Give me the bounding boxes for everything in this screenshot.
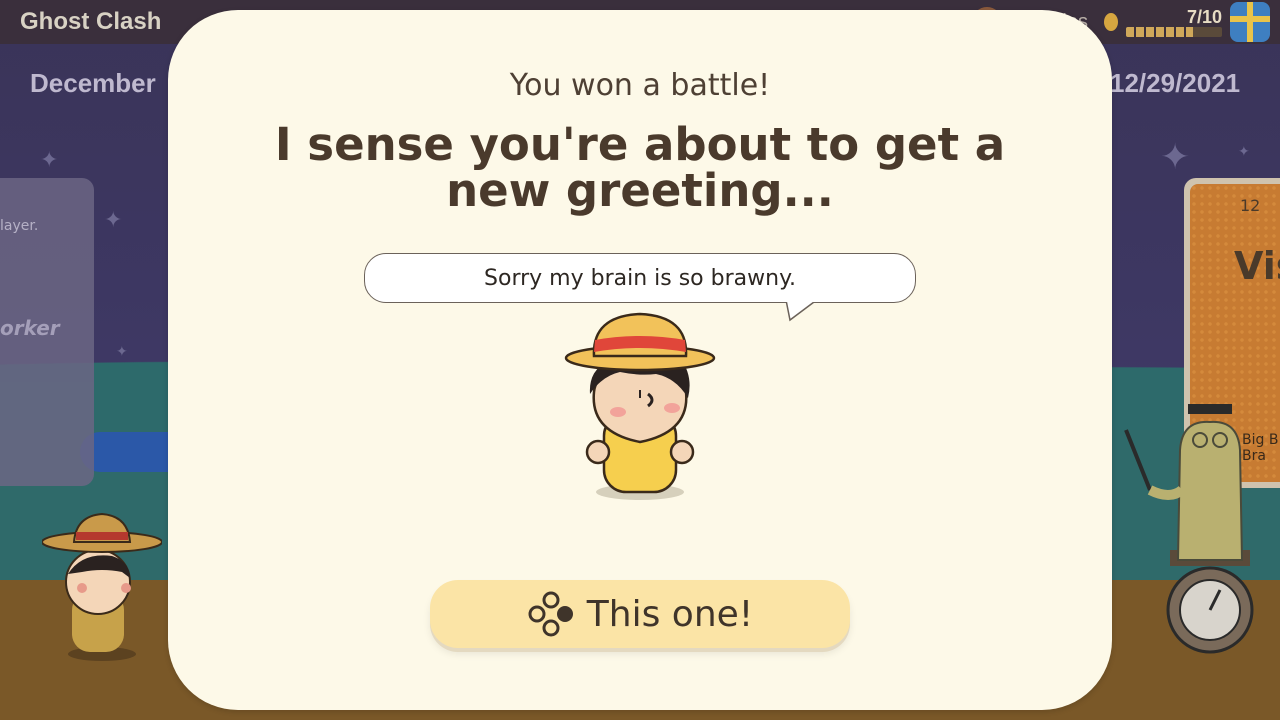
player-character — [564, 312, 716, 500]
this-one-button-label: This one! — [586, 593, 754, 635]
side-card-left-name: orker — [0, 316, 60, 340]
date-label-right: 12/29/2021 — [1110, 68, 1241, 98]
reward-progress-fill — [1126, 27, 1194, 37]
star-icon: ✦ — [1160, 137, 1191, 178]
date-label-left: December — [30, 68, 156, 98]
greeting-speech-bubble: Sorry my brain is so brawny. — [364, 253, 916, 303]
side-card-right-title: Vis — [1234, 244, 1280, 288]
greeting-text: Sorry my brain is so brawny. — [484, 265, 796, 291]
side-card-left-text: layer. — [0, 218, 39, 234]
this-one-button[interactable]: This one! — [430, 580, 850, 648]
coin-icon — [1104, 13, 1118, 31]
dialog-headline: I sense you're about to get a new greeti… — [274, 118, 1006, 217]
side-card-left[interactable]: layer. orker — [0, 178, 94, 486]
dialog-subtitle: You won a battle! — [509, 68, 771, 103]
controller-buttons-icon — [528, 591, 573, 637]
reward-progress-bar — [1126, 27, 1222, 37]
side-card-right-number: 12 — [1240, 196, 1261, 215]
star-icon: ✦ — [1238, 144, 1250, 160]
star-icon: ✦ — [104, 208, 123, 233]
background-professor-character — [1124, 404, 1254, 654]
reward-progress: 7/10 — [1126, 7, 1222, 37]
reward-progress-count: 7/10 — [1186, 7, 1222, 27]
background-player-character — [42, 512, 162, 661]
game-title: Ghost Clash — [20, 8, 162, 35]
greeting-reward-dialog: You won a battle! I sense you're about t… — [168, 10, 1112, 710]
gift-box-icon[interactable] — [1230, 2, 1270, 42]
star-icon: ✦ — [116, 344, 128, 360]
speech-bubble-tail — [784, 300, 818, 322]
star-icon: ✦ — [40, 148, 59, 173]
